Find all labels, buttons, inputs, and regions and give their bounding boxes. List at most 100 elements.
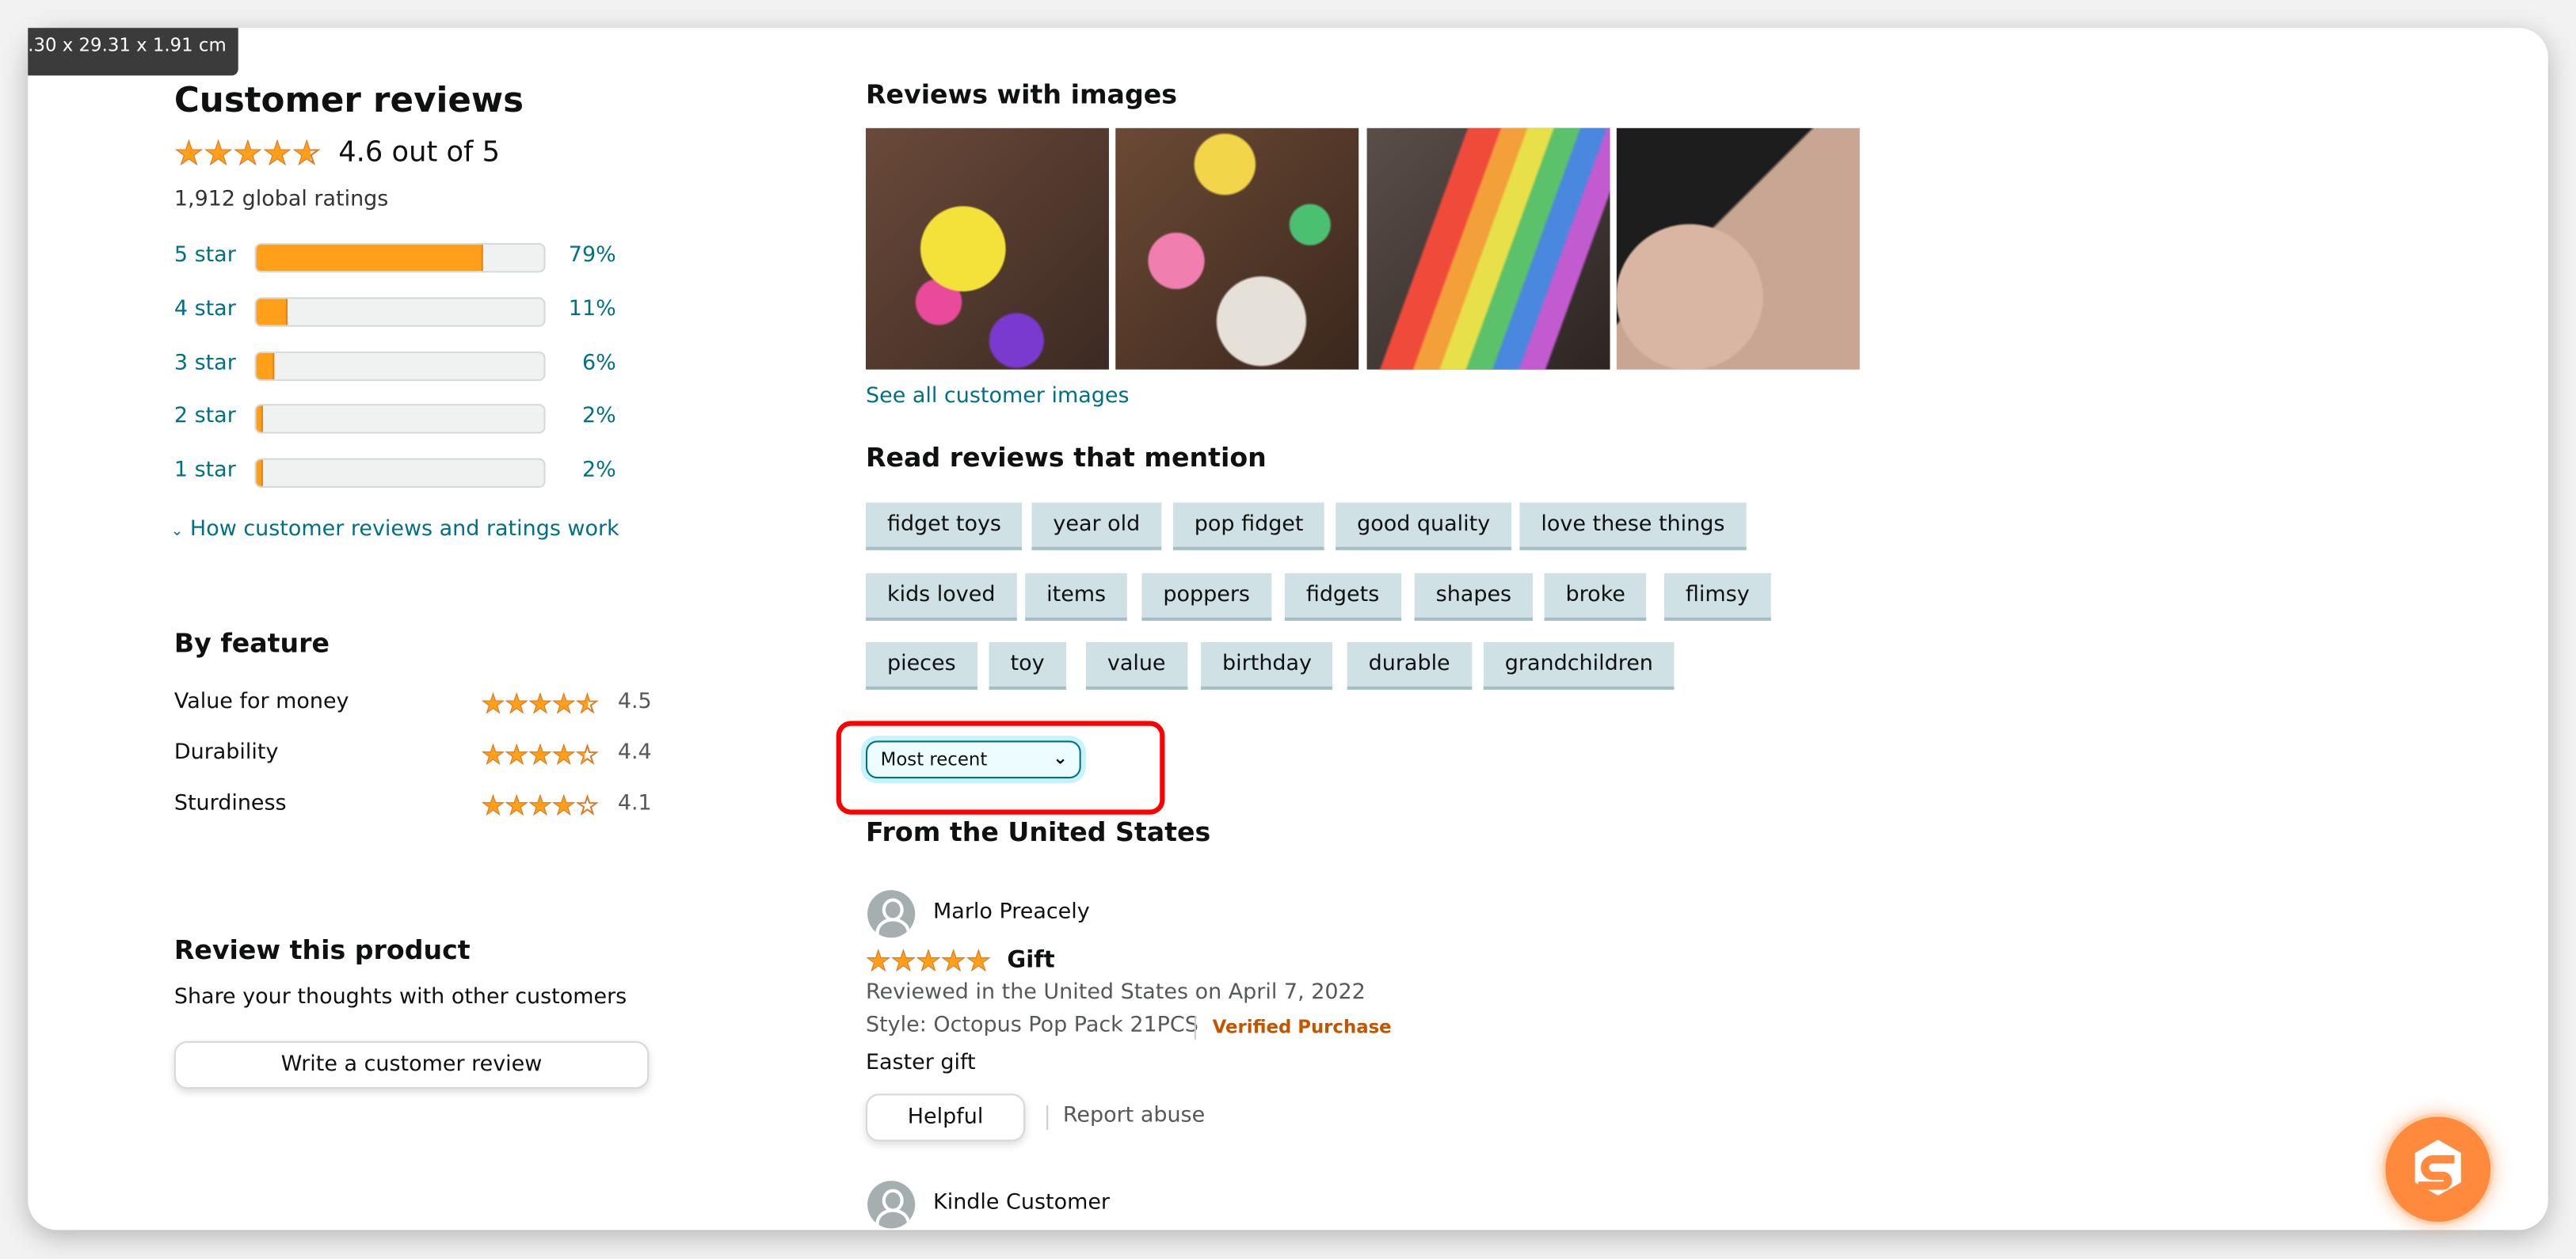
mention-chip[interactable]: kids loved (865, 572, 1017, 620)
overall-stars: ☆★☆★☆★☆★☆★ (173, 132, 322, 173)
star-icon: ☆★ (528, 688, 553, 720)
logo-icon (2414, 1139, 2461, 1196)
review-image-1[interactable] (865, 127, 1109, 370)
divider (1046, 1105, 1049, 1130)
mention-chip[interactable]: poppers (1141, 572, 1271, 620)
see-all-images-link[interactable]: See all customer images (866, 384, 1130, 409)
mention-chip[interactable]: fidgets (1284, 572, 1401, 620)
mention-chip[interactable]: toy (989, 641, 1066, 690)
mention-chip[interactable]: items (1025, 572, 1128, 620)
feature-label: Sturdiness (173, 791, 287, 816)
star-icon: ☆★ (505, 789, 529, 821)
star-icon: ☆★ (575, 789, 600, 821)
mentions-title: Read reviews that mention (865, 441, 1267, 474)
star-icon: ☆★ (528, 739, 553, 770)
mention-chip[interactable]: value (1085, 641, 1187, 690)
review-stars: ☆ ★ ☆ ★ ☆ ★ ☆ ★ ☆ ★ (865, 945, 992, 979)
mention-chip[interactable]: year old (1031, 502, 1162, 550)
feature-label: Durability (173, 740, 279, 766)
mention-chip[interactable]: flimsy (1663, 572, 1771, 620)
review-style[interactable]: Style: Octopus Pop Pack 21PCS (866, 1014, 1198, 1038)
feature-value: 4.5 (617, 690, 652, 715)
mention-chip[interactable]: durable (1347, 641, 1472, 690)
histogram-percent[interactable]: 79% (551, 243, 616, 268)
star-icon: ☆★ (262, 132, 292, 173)
mention-chip[interactable]: grandchildren (1483, 641, 1675, 690)
histogram-label[interactable]: 3 star (174, 351, 236, 375)
histogram-bar[interactable] (254, 458, 546, 489)
star-icon: ☆★ (551, 739, 576, 770)
star-icon: ☆★ (528, 789, 553, 821)
star-icon: ☆★ (916, 945, 942, 979)
reviewer-name[interactable]: Marlo Preacely (933, 900, 1090, 925)
dimension-tooltip: 5.30 x 29.31 x 1.91 cm (28, 28, 238, 76)
mention-chip[interactable]: birthday (1201, 641, 1333, 690)
histogram-percent[interactable]: 11% (551, 297, 616, 321)
histogram-label[interactable]: 2 star (174, 405, 236, 429)
star-icon: ☆★ (233, 132, 263, 173)
review-product-subtitle: Share your thoughts with other customers (173, 985, 627, 1010)
feature-stars: ☆★☆★☆★☆★☆★ (481, 688, 600, 720)
histogram-label[interactable]: 1 star (174, 458, 236, 483)
star-icon: ☆★ (505, 739, 529, 770)
assistant-fab-button[interactable] (2382, 1113, 2494, 1226)
reviewer-name[interactable]: Kindle Customer (933, 1191, 1110, 1215)
star-icon: ☆★ (966, 945, 992, 979)
how-reviews-work-link[interactable]: ⌄ How customer reviews and ratings work (171, 517, 619, 542)
divider (1194, 1016, 1196, 1040)
verified-badge: Verified Purchase (1212, 1016, 1392, 1038)
avatar (867, 890, 916, 938)
histogram-bar[interactable] (254, 350, 546, 381)
by-feature-title: By feature (173, 627, 330, 659)
mention-chip[interactable]: fidget toys (865, 502, 1023, 550)
histogram-percent[interactable]: 2% (551, 405, 616, 429)
feature-stars: ☆★☆★☆★☆★☆★ (481, 789, 600, 821)
star-icon: ☆★ (292, 132, 322, 173)
review-body: Easter gift (865, 1051, 976, 1076)
star-icon: ☆★ (481, 688, 505, 720)
review-image-4[interactable] (1616, 127, 1860, 370)
mention-chip[interactable]: broke (1544, 572, 1647, 620)
write-review-button[interactable]: Write a customer review (173, 1040, 650, 1090)
images-title: Reviews with images (865, 78, 1177, 110)
review-title[interactable]: Gift (1007, 948, 1054, 974)
review-image-2[interactable] (1115, 127, 1359, 370)
mention-chip[interactable]: shapes (1414, 572, 1534, 620)
feature-stars: ☆★☆★☆★☆★☆★ (481, 739, 600, 770)
mention-chip[interactable]: pop fidget (1172, 502, 1325, 550)
histogram-label[interactable]: 4 star (174, 297, 236, 321)
region-title: From the United States (865, 816, 1211, 848)
histogram-label[interactable]: 5 star (174, 243, 236, 268)
feature-label: Value for money (173, 690, 349, 715)
star-icon: ☆★ (551, 789, 576, 821)
global-ratings: 1,912 global ratings (173, 187, 389, 212)
report-abuse-link[interactable]: Report abuse (1063, 1104, 1205, 1128)
review-date: Reviewed in the United States on April 7… (865, 980, 1366, 1006)
histogram-bar[interactable] (254, 242, 546, 273)
star-icon: ☆★ (481, 789, 505, 821)
star-icon: ☆★ (481, 739, 505, 770)
histogram-bar[interactable] (254, 405, 546, 435)
avatar (867, 1181, 916, 1229)
mention-chip[interactable]: pieces (865, 641, 977, 690)
star-icon: ☆★ (505, 688, 529, 720)
review-product-title: Review this product (173, 934, 471, 966)
helpful-button[interactable]: Helpful (865, 1094, 1026, 1142)
star-icon: ☆★ (890, 945, 916, 979)
rating-text: 4.6 out of 5 (338, 136, 501, 169)
chevron-down-icon: ⌄ (1052, 747, 1069, 769)
star-icon: ☆★ (551, 688, 576, 720)
histogram-percent[interactable]: 6% (551, 351, 616, 375)
star-icon: ☆★ (575, 739, 600, 770)
histogram-bar[interactable] (254, 296, 546, 327)
star-icon: ☆★ (865, 945, 891, 979)
star-icon: ☆★ (575, 688, 600, 720)
mention-chip[interactable]: good quality (1336, 502, 1512, 550)
histogram-percent[interactable]: 2% (551, 458, 616, 483)
feature-value: 4.4 (617, 740, 652, 766)
star-icon: ☆★ (940, 945, 966, 979)
feature-value: 4.1 (617, 791, 652, 816)
review-image-3[interactable] (1366, 127, 1610, 370)
mention-chip[interactable]: love these things (1519, 502, 1747, 550)
sort-dropdown[interactable]: Most recent ⌄ (865, 740, 1081, 779)
